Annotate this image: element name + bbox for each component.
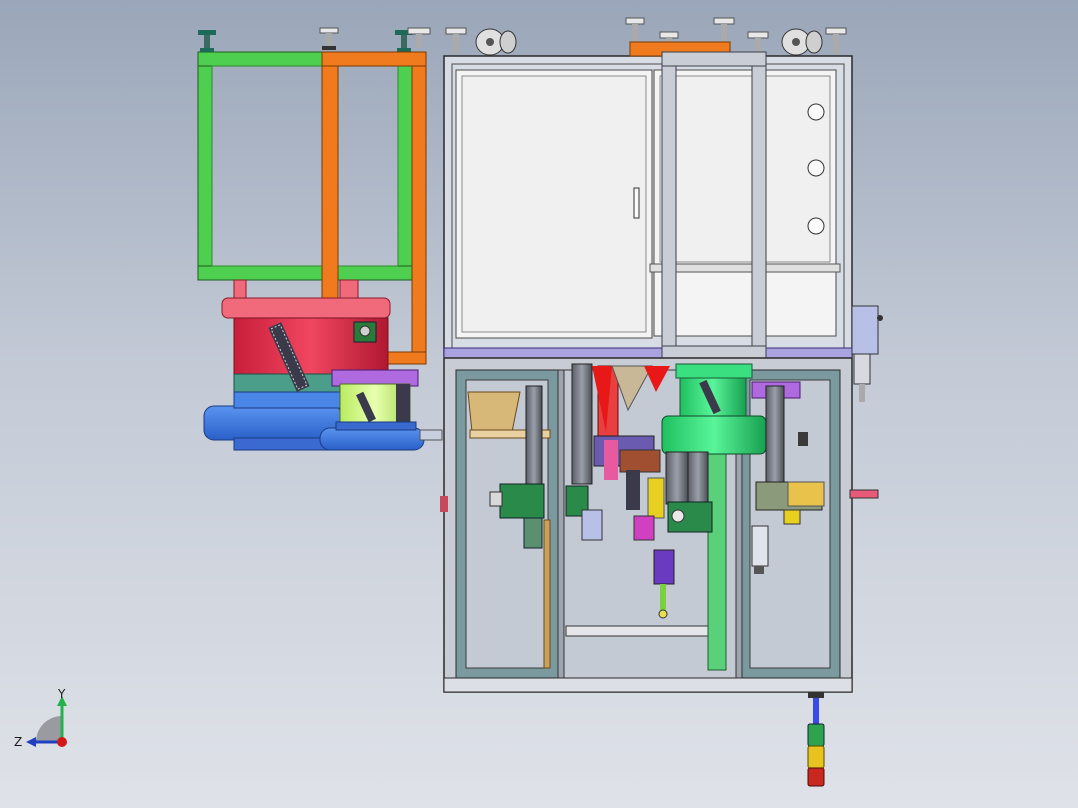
machine-assembly-drawing: Y Z (14, 17, 883, 787)
y-axis-label: Y (57, 687, 66, 701)
leveling-feet-left (198, 27, 431, 52)
small-feeder-lime (331, 369, 419, 431)
z-axis-arrow (26, 737, 36, 747)
signal-tower-light (807, 692, 825, 787)
cad-viewport[interactable]: Y Z (0, 0, 1078, 808)
green-hopper-frame (197, 51, 413, 281)
side-control-box (851, 305, 883, 402)
x-axis-origin (57, 737, 67, 747)
main-cabinet (443, 55, 853, 359)
triad-quadrant (36, 716, 62, 742)
z-axis-label: Z (14, 735, 22, 749)
axis-triad[interactable]: Y Z (14, 687, 67, 749)
